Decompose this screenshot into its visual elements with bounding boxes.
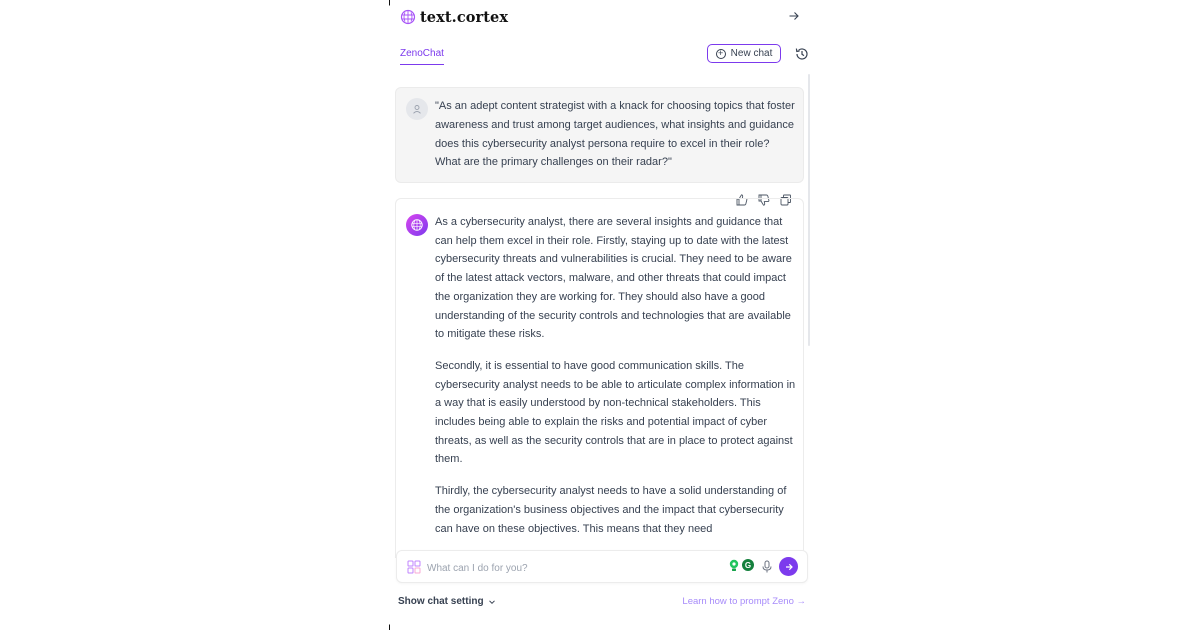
- learn-prompt-link[interactable]: Learn how to prompt Zeno →: [682, 596, 806, 607]
- user-icon: [406, 98, 428, 120]
- assistant-paragraph: As a cybersecurity analyst, there are se…: [435, 216, 792, 341]
- history-icon[interactable]: [794, 46, 810, 62]
- plus-circle-icon: +: [715, 48, 726, 59]
- new-chat-button[interactable]: + New chat: [707, 44, 781, 63]
- tab-zenochat[interactable]: ZenoChat: [400, 48, 444, 65]
- tab-bar: ZenoChat + New chat: [400, 44, 808, 66]
- assistant-message: As a cybersecurity analyst, there are se…: [395, 198, 804, 558]
- microphone-icon[interactable]: [761, 560, 773, 574]
- grid-icon[interactable]: [407, 560, 421, 574]
- user-message-text: "As an adept content strategist with a k…: [435, 100, 795, 169]
- assistant-message-text: As a cybersecurity analyst, there are se…: [435, 213, 797, 551]
- user-message: "As an adept content strategist with a k…: [395, 87, 804, 183]
- send-icon: [785, 563, 793, 570]
- prompt-input[interactable]: [425, 558, 709, 578]
- chevron-down-icon: [488, 598, 496, 606]
- new-chat-label: New chat: [730, 48, 773, 59]
- prompt-bar: G: [396, 550, 808, 583]
- assistant-paragraph: Thirdly, the cybersecurity analyst needs…: [435, 485, 787, 535]
- brain-logo-icon: [400, 9, 416, 25]
- header: text.cortex: [400, 6, 804, 28]
- arrow-right-icon[interactable]: [786, 8, 802, 24]
- show-chat-setting-toggle[interactable]: Show chat setting: [398, 596, 496, 607]
- ai-avatar-icon: [406, 214, 428, 236]
- show-chat-setting-label: Show chat setting: [398, 596, 484, 607]
- grammarly-icon[interactable]: G: [742, 559, 754, 571]
- scrollbar[interactable]: [808, 74, 810, 346]
- lightbulb-icon[interactable]: [728, 559, 740, 573]
- chat-panel: text.cortex ZenoChat + New chat "As an a…: [390, 0, 816, 630]
- assistant-paragraph: Secondly, it is essential to have good c…: [435, 359, 796, 466]
- send-button[interactable]: [779, 557, 798, 576]
- brand-name: text.cortex: [420, 8, 509, 26]
- footer: Show chat setting Learn how to prompt Ze…: [398, 596, 806, 610]
